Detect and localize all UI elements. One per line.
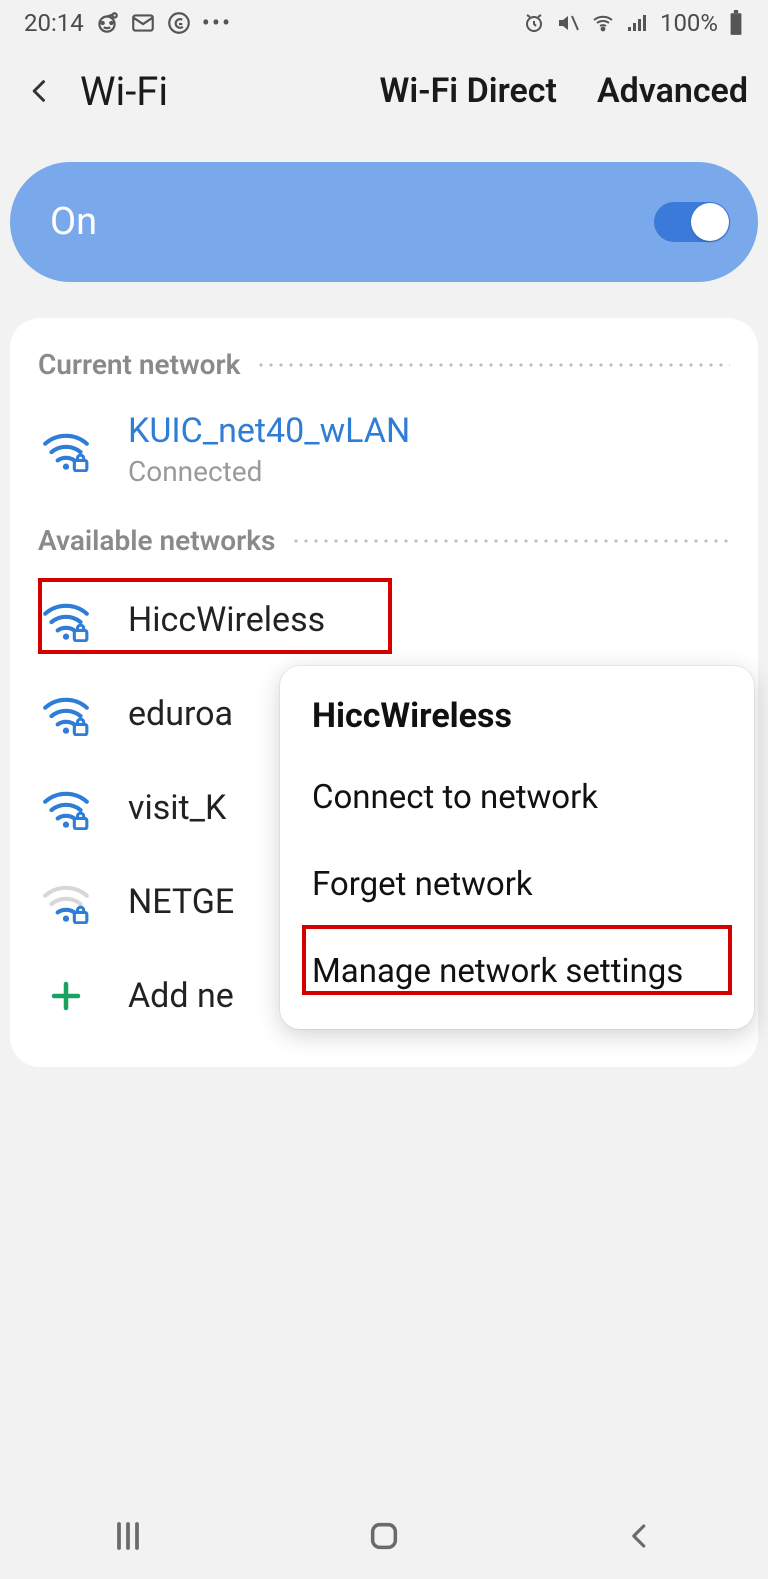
mute-vibrate-icon <box>556 11 580 35</box>
network-context-menu: HiccWireless Connect to network Forget n… <box>280 666 754 1029</box>
signal-icon <box>626 11 650 35</box>
battery-percent: 100% <box>660 9 718 37</box>
wifi-secure-icon <box>41 598 91 642</box>
wifi-master-toggle[interactable]: On <box>10 162 758 282</box>
chevron-left-icon <box>26 72 54 110</box>
recents-icon <box>110 1518 146 1554</box>
recents-button[interactable] <box>68 1506 188 1566</box>
alarm-icon <box>522 11 546 35</box>
network-row-hiccwireless[interactable]: HiccWireless <box>10 573 758 667</box>
wifi-secure-icon <box>41 786 91 830</box>
divider-dots <box>291 539 730 543</box>
current-network-ssid: KUIC_net40_wLAN <box>128 411 410 451</box>
network-ssid: HiccWireless <box>128 600 325 640</box>
available-networks-section-header: Available networks <box>10 502 758 573</box>
home-icon <box>367 1519 401 1553</box>
menu-item-manage[interactable]: Manage network settings <box>280 928 754 1015</box>
page-title: Wi-Fi <box>80 68 168 115</box>
advanced-link[interactable]: Advanced <box>597 71 748 111</box>
mail-icon <box>130 10 156 36</box>
statusbar-left: 20:14 ••• <box>24 9 232 37</box>
context-menu-title: HiccWireless <box>280 686 754 754</box>
statusbar-right: 100% <box>522 9 744 37</box>
home-button[interactable] <box>324 1506 444 1566</box>
chevron-left-icon <box>625 1519 655 1553</box>
header: Wi-Fi Wi-Fi Direct Advanced <box>0 46 768 136</box>
current-network-status: Connected <box>128 455 410 488</box>
current-network-section-header: Current network <box>10 348 758 397</box>
network-ssid: visit_K <box>128 788 226 828</box>
toggle-switch[interactable] <box>654 202 730 242</box>
nav-back-button[interactable] <box>580 1506 700 1566</box>
menu-item-connect[interactable]: Connect to network <box>280 754 754 841</box>
back-button[interactable] <box>12 63 68 119</box>
wifi-status-icon <box>590 11 616 35</box>
menu-item-forget[interactable]: Forget network <box>280 841 754 928</box>
wifi-toggle-label: On <box>50 200 97 244</box>
current-network-label: Current network <box>38 348 240 381</box>
statusbar: 20:14 ••• 100% <box>0 0 768 46</box>
wifi-direct-link[interactable]: Wi-Fi Direct <box>379 71 556 111</box>
app-g-icon <box>166 10 192 36</box>
network-ssid: eduroa <box>128 694 233 734</box>
current-network-row[interactable]: KUIC_net40_wLAN Connected <box>10 397 758 502</box>
wifi-secure-icon <box>41 692 91 736</box>
toggle-knob <box>691 203 729 241</box>
battery-icon <box>728 10 744 36</box>
plus-icon <box>48 978 84 1014</box>
add-network-label: Add ne <box>128 976 234 1016</box>
available-networks-label: Available networks <box>38 524 275 557</box>
status-time: 20:14 <box>24 9 84 37</box>
android-navbar <box>0 1493 768 1579</box>
wifi-secure-icon <box>41 428 91 472</box>
network-ssid: NETGE <box>128 882 234 922</box>
wifi-secure-weak-icon <box>41 880 91 924</box>
more-notifications-icon: ••• <box>202 9 232 37</box>
reddit-icon <box>94 10 120 36</box>
divider-dots <box>256 363 730 367</box>
